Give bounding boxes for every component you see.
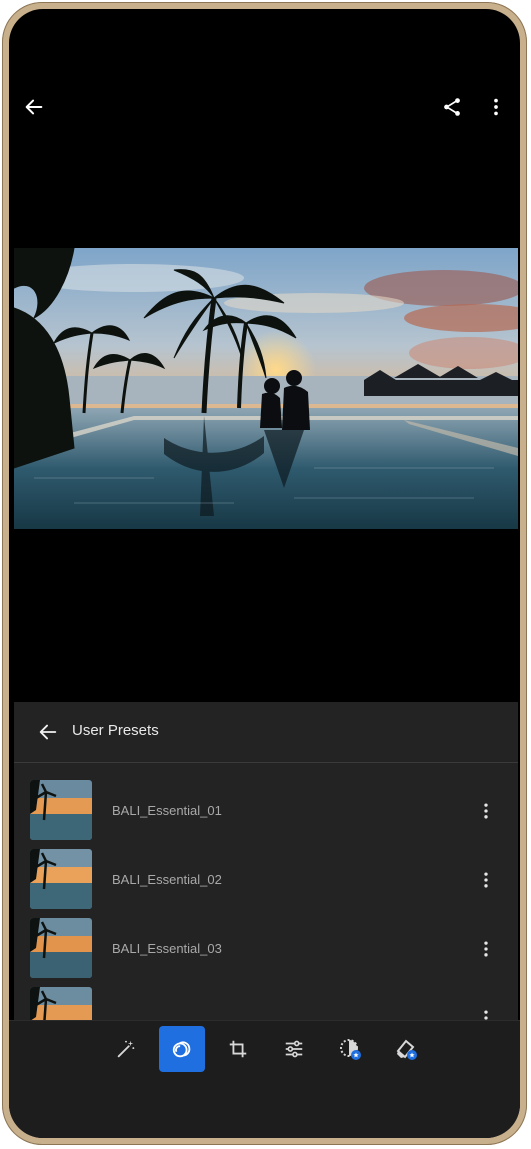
preset-name: BALI_Essential_03 bbox=[112, 941, 222, 956]
crop-tool[interactable] bbox=[215, 1026, 261, 1072]
preset-more-button[interactable] bbox=[464, 858, 508, 902]
adjust-sliders-icon bbox=[285, 1040, 303, 1058]
sunset-pool-image bbox=[14, 248, 518, 529]
presets-panel-header: User Presets bbox=[14, 702, 518, 763]
presets-panel-title: User Presets bbox=[72, 722, 159, 739]
presets-icon bbox=[172, 1041, 191, 1058]
masking-tool[interactable] bbox=[327, 1026, 373, 1072]
auto-enhance-tool[interactable] bbox=[103, 1026, 149, 1072]
preset-thumbnail bbox=[30, 987, 92, 1020]
top-bar bbox=[9, 9, 520, 209]
presets-back-button[interactable] bbox=[26, 710, 70, 754]
more-vertical-icon bbox=[494, 98, 498, 116]
more-vertical-icon bbox=[484, 803, 488, 819]
back-button[interactable] bbox=[12, 85, 56, 129]
preset-thumbnail bbox=[30, 849, 92, 909]
share-button[interactable] bbox=[430, 85, 474, 129]
magic-wand-icon bbox=[117, 1040, 135, 1058]
masking-premium-icon bbox=[340, 1039, 361, 1060]
preset-item[interactable]: BALI_Essential_02 bbox=[14, 849, 518, 911]
preset-name: BALI_Essential_01 bbox=[112, 803, 222, 818]
healing-tool[interactable] bbox=[383, 1026, 429, 1072]
arrow-left-icon bbox=[39, 724, 57, 740]
photo-preview[interactable] bbox=[14, 248, 518, 529]
more-vertical-icon bbox=[484, 872, 488, 888]
more-options-button[interactable] bbox=[474, 85, 518, 129]
preset-item[interactable]: BALI_Essential_01 bbox=[14, 780, 518, 842]
crop-icon bbox=[229, 1040, 247, 1058]
edit-toolbar bbox=[9, 1020, 520, 1138]
preset-thumbnail bbox=[30, 780, 92, 840]
preset-more-button[interactable] bbox=[464, 927, 508, 971]
preset-thumbnail bbox=[30, 918, 92, 978]
adjust-tool[interactable] bbox=[271, 1026, 317, 1072]
preset-item[interactable]: BALI_Essential_03 bbox=[14, 918, 518, 980]
share-icon bbox=[444, 98, 460, 116]
healing-premium-icon bbox=[396, 1039, 417, 1060]
phone-frame: User Presets BALI_Essential_01 BALI_Esse… bbox=[2, 2, 527, 1145]
app-screen: User Presets BALI_Essential_01 BALI_Esse… bbox=[9, 9, 520, 1138]
arrow-left-icon bbox=[25, 99, 43, 115]
more-vertical-icon bbox=[484, 941, 488, 957]
preset-name: BALI_Essential_02 bbox=[112, 872, 222, 887]
preset-item[interactable] bbox=[14, 987, 518, 1020]
preset-more-button[interactable] bbox=[464, 789, 508, 833]
preset-more-button[interactable] bbox=[464, 996, 508, 1020]
presets-tool[interactable] bbox=[159, 1026, 205, 1072]
presets-panel: User Presets BALI_Essential_01 BALI_Esse… bbox=[14, 702, 518, 1020]
more-vertical-icon bbox=[484, 1010, 488, 1020]
